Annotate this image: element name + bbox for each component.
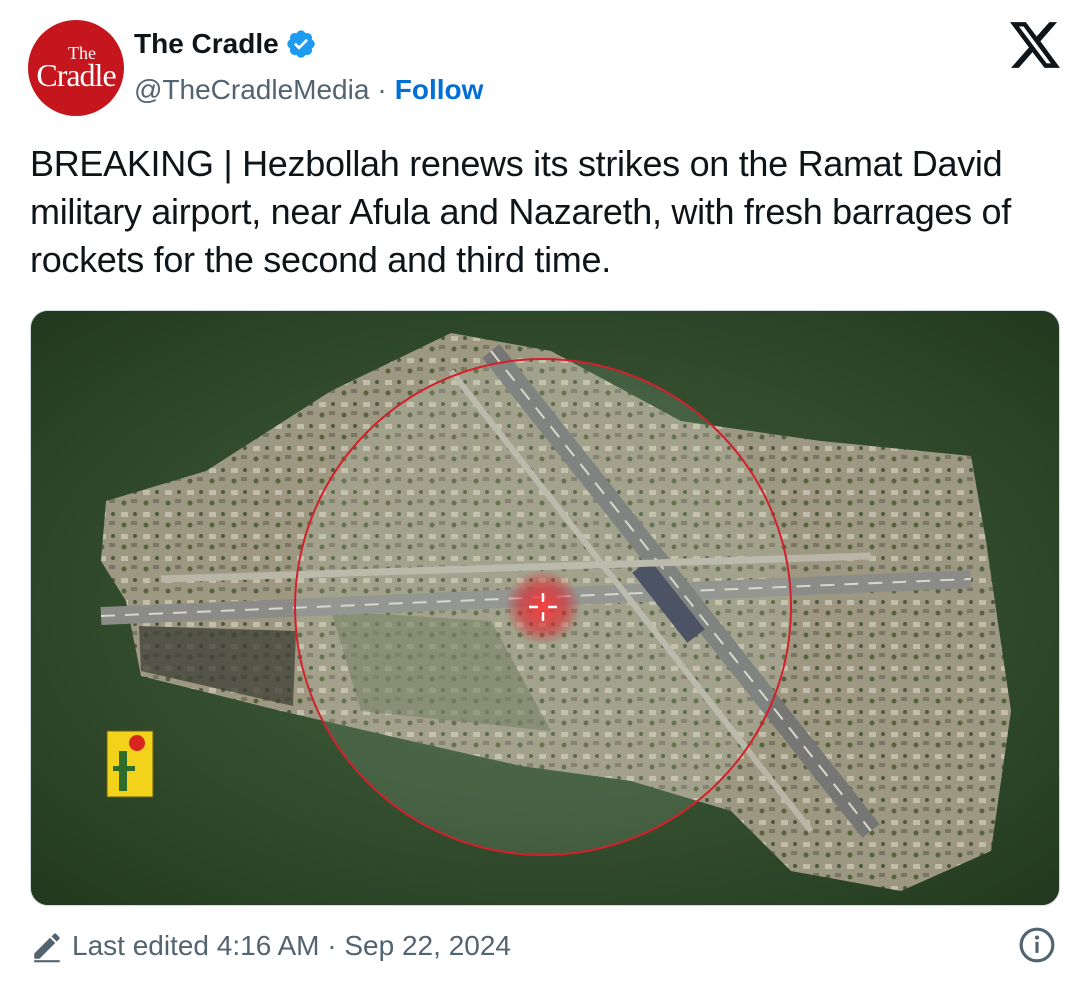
handle-row: @TheCradleMedia · Follow [134,74,483,106]
separator-dot: · [377,74,387,105]
target-glow [505,569,581,645]
handle[interactable]: @TheCradleMedia [134,74,369,106]
follow-button[interactable]: Follow [395,74,484,106]
x-logo-icon[interactable] [1010,22,1060,68]
info-icon[interactable] [1018,926,1056,964]
avatar-logo-text-cradle: Cradle [36,57,116,93]
hezbollah-flag-icon [106,730,154,798]
tweet-media-image[interactable] [30,310,1060,906]
pencil-icon [34,933,60,963]
avatar[interactable]: The Cradle [28,20,124,116]
display-name[interactable]: The Cradle [134,28,279,60]
tweet-text: BREAKING | Hezbollah renews its strikes … [30,143,1011,280]
tweet-footer: Last edited 4:16 AM · Sep 22, 2024 [30,924,1060,968]
name-row: The Cradle [134,28,317,60]
satellite-image [31,311,1059,905]
verified-badge-icon [287,30,315,58]
tweet-header: The Cradle The Cradle @TheCradleMedia · … [0,0,1090,130]
last-edited-timestamp[interactable]: Last edited 4:16 AM · Sep 22, 2024 [72,930,511,962]
